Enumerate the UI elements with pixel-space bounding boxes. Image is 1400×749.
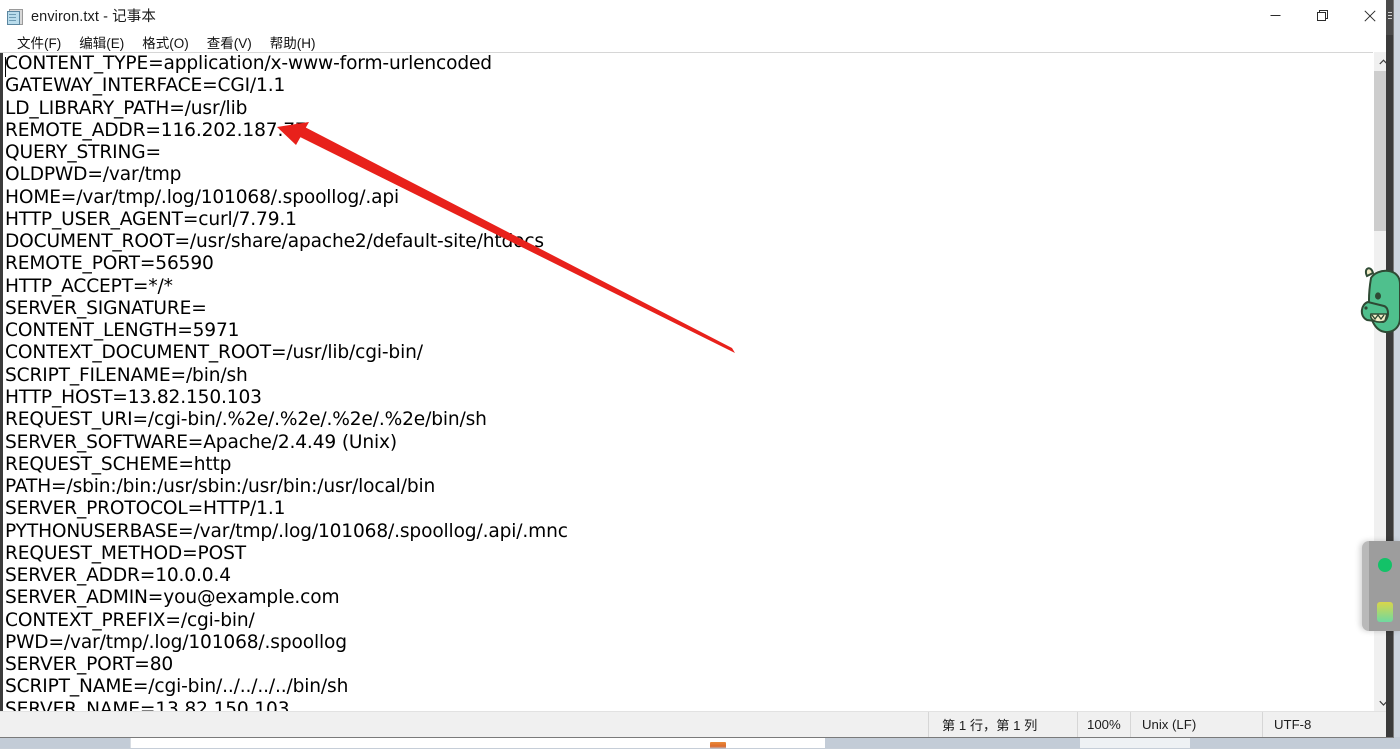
floating-status-widget[interactable] bbox=[1362, 541, 1400, 631]
status-bar-spacer bbox=[0, 712, 928, 737]
status-encoding[interactable]: UTF-8 bbox=[1262, 712, 1393, 737]
widget-color-chip-icon[interactable] bbox=[1377, 602, 1393, 622]
status-line-column: 第 1 行，第 1 列 bbox=[928, 712, 1077, 737]
editor-line: PATH=/sbin:/bin:/usr/sbin:/usr/bin:/usr/… bbox=[5, 476, 436, 498]
title-bar[interactable]: environ.txt - 记事本 bbox=[0, 0, 1393, 32]
status-zoom-level[interactable]: 100% bbox=[1077, 712, 1130, 737]
editor-line: CONTEXT_DOCUMENT_ROOT=/usr/lib/cgi-bin/ bbox=[5, 342, 423, 364]
editor-line: HTTP_ACCEPT=*/* bbox=[5, 275, 173, 297]
editor-line: SERVER_ADMIN=you@example.com bbox=[5, 587, 340, 609]
editor-line: HTTP_USER_AGENT=curl/7.79.1 bbox=[5, 208, 297, 230]
editor-line: SERVER_SIGNATURE= bbox=[5, 297, 207, 319]
editor-line: REMOTE_PORT=56590 bbox=[5, 253, 214, 275]
status-line-ending[interactable]: Unix (LF) bbox=[1130, 712, 1262, 737]
status-dot-green-icon[interactable] bbox=[1378, 558, 1392, 572]
editor-line: SERVER_ADDR=10.0.0.4 bbox=[5, 565, 231, 587]
editor-line: LD_LIBRARY_PATH=/usr/lib bbox=[5, 97, 248, 119]
resize-grip-icon[interactable] bbox=[1388, 12, 1392, 21]
status-bar: 第 1 行，第 1 列 100% Unix (LF) UTF-8 bbox=[0, 711, 1393, 737]
editor-line: SERVER_SOFTWARE=Apache/2.4.49 (Unix) bbox=[5, 431, 397, 453]
editor-line: CONTENT_LENGTH=5971 bbox=[5, 320, 240, 342]
editor-left-border bbox=[0, 53, 3, 713]
editor-line: DOCUMENT_ROOT=/usr/share/apache2/default… bbox=[5, 231, 544, 253]
menu-bar: 文件(F) 编辑(E) 格式(O) 查看(V) 帮助(H) bbox=[0, 32, 1393, 53]
editor-line: REQUEST_SCHEME=http bbox=[5, 453, 232, 475]
editor-line: CONTENT_TYPE=application/x-www-form-urle… bbox=[5, 53, 492, 74]
taskbar-strip-middle bbox=[825, 737, 1080, 748]
taskbar-strip-gap bbox=[1080, 737, 1190, 748]
editor-line: REQUEST_METHOD=POST bbox=[5, 542, 246, 564]
taskbar-strip-left bbox=[0, 737, 130, 748]
editor-line: CONTEXT_PREFIX=/cgi-bin/ bbox=[5, 609, 255, 631]
editor-line: QUERY_STRING= bbox=[5, 142, 161, 164]
editor-line: SERVER_PORT=80 bbox=[5, 654, 174, 676]
taskbar-strip-right bbox=[1190, 737, 1400, 748]
menu-item-format[interactable]: 格式(O) bbox=[133, 31, 198, 54]
editor-line: SERVER_PROTOCOL=HTTP/1.1 bbox=[5, 498, 286, 520]
editor-line: PYTHONUSERBASE=/var/tmp/.log/101068/.spo… bbox=[5, 520, 568, 542]
window-controls bbox=[1252, 0, 1393, 31]
restore-button[interactable] bbox=[1299, 0, 1346, 31]
editor-line: REQUEST_URI=/cgi-bin/.%2e/.%2e/.%2e/.%2e… bbox=[5, 409, 487, 431]
minimize-button[interactable] bbox=[1252, 0, 1299, 31]
editor-line: PWD=/var/tmp/.log/101068/.spoollog bbox=[5, 631, 347, 653]
menu-item-file[interactable]: 文件(F) bbox=[8, 31, 70, 54]
notepad-window: environ.txt - 记事本 文件(F) 编辑(E) 格式(O) 查看(V… bbox=[0, 0, 1393, 737]
text-editor-area[interactable]: CONTENT_TYPE=application/x-www-form-urle… bbox=[0, 52, 1393, 713]
notepad-icon bbox=[7, 8, 23, 25]
menu-item-edit[interactable]: 编辑(E) bbox=[70, 31, 133, 54]
menu-item-view[interactable]: 查看(V) bbox=[198, 31, 261, 54]
editor-line: SCRIPT_FILENAME=/bin/sh bbox=[5, 364, 248, 386]
editor-line: HOME=/var/tmp/.log/101068/.spoollog/.api bbox=[5, 186, 399, 208]
window-title: environ.txt - 记事本 bbox=[31, 9, 156, 25]
editor-line: REMOTE_ADDR=116.202.187.77 bbox=[5, 119, 307, 141]
environment-variable-text[interactable]: CONTENT_TYPE=application/x-www-form-urle… bbox=[5, 53, 1345, 713]
editor-line: HTTP_HOST=13.82.150.103 bbox=[5, 386, 262, 408]
editor-line: GATEWAY_INTERFACE=CGI/1.1 bbox=[5, 75, 286, 97]
editor-line: OLDPWD=/var/tmp bbox=[5, 164, 182, 186]
editor-line: SCRIPT_NAME=/cgi-bin/../../../../bin/sh bbox=[5, 676, 349, 698]
menu-item-help[interactable]: 帮助(H) bbox=[261, 31, 325, 54]
